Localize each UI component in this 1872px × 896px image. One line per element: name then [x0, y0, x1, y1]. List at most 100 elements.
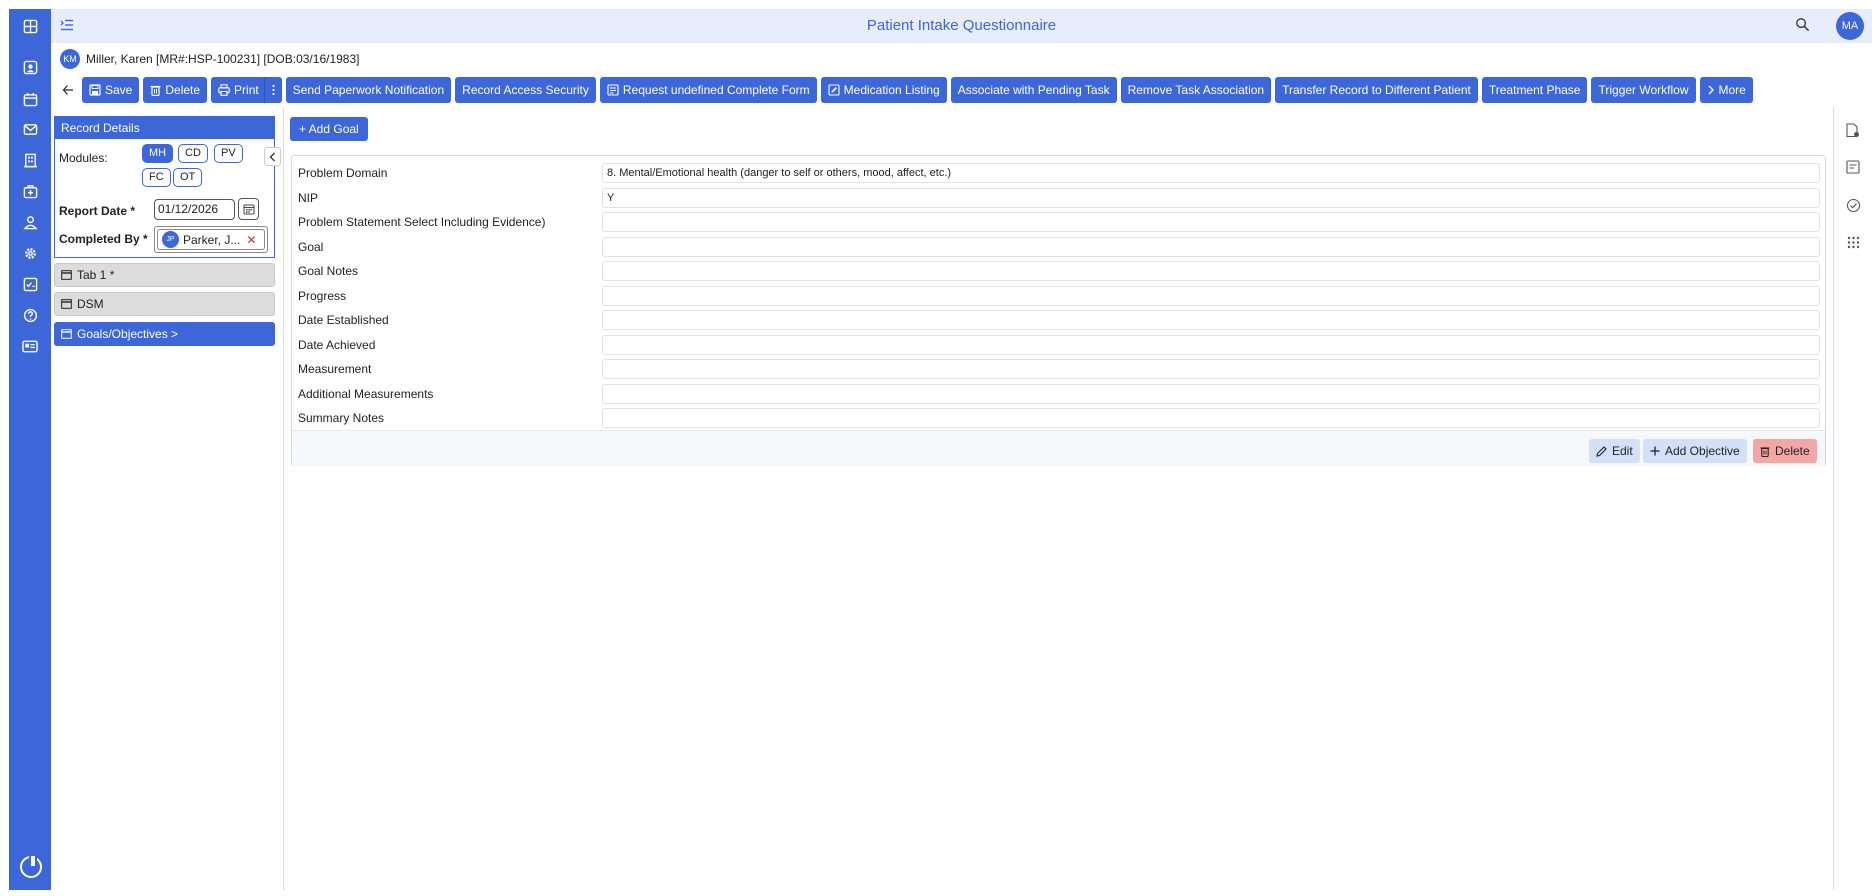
- send-paperwork-notification-button[interactable]: Send Paperwork Notification: [285, 77, 452, 103]
- modules-label: Modules:: [59, 151, 108, 165]
- window-icon: [61, 329, 72, 339]
- save-icon: [89, 84, 101, 96]
- gear-icon[interactable]: [21, 244, 39, 262]
- field-row-date-achieved: Date Achieved: [292, 333, 1825, 357]
- document-settings-icon[interactable]: [1845, 122, 1861, 138]
- chevron-left-icon: [269, 152, 275, 161]
- field-label: Progress: [298, 289, 347, 303]
- field-label: Date Established: [298, 313, 389, 327]
- printer-icon: [218, 84, 230, 96]
- trigger-workflow-button[interactable]: Trigger Workflow: [1591, 77, 1696, 103]
- delete-goal-button[interactable]: Delete: [1753, 439, 1817, 463]
- tab-1-label: Tab 1 *: [77, 268, 115, 282]
- print-label: Print: [234, 83, 259, 97]
- field-label: Goal Notes: [298, 264, 359, 278]
- delete-goal-label: Delete: [1775, 444, 1810, 458]
- more-button[interactable]: More: [1699, 77, 1753, 103]
- request-complete-form-button[interactable]: Request undefined Complete Form: [599, 77, 817, 103]
- remove-icon[interactable]: ✕: [246, 233, 256, 247]
- building-icon[interactable]: [21, 151, 39, 169]
- action-toolbar: Save Delete Print Send Paperwork Notific…: [58, 77, 1757, 103]
- problem-statement-field[interactable]: [602, 212, 1820, 232]
- notes-icon[interactable]: [1845, 159, 1861, 175]
- calendar-picker-button[interactable]: [238, 198, 259, 220]
- report-date-input[interactable]: 01/12/2026: [154, 199, 235, 220]
- more-label: More: [1718, 83, 1746, 97]
- associate-pending-task-button[interactable]: Associate with Pending Task: [950, 77, 1117, 103]
- window-icon: [61, 299, 72, 309]
- completed-by-avatar: JP: [162, 231, 179, 248]
- completed-by-label: Completed By *: [59, 232, 148, 246]
- module-chip-ot[interactable]: OT: [173, 168, 203, 187]
- patient-avatar: KM: [60, 49, 80, 69]
- measurement-field[interactable]: [602, 359, 1820, 379]
- back-arrow-icon[interactable]: [58, 77, 78, 103]
- date-established-field[interactable]: [602, 310, 1820, 330]
- edit-button[interactable]: Edit: [1589, 439, 1640, 463]
- transfer-record-button[interactable]: Transfer Record to Different Patient: [1275, 77, 1478, 103]
- field-row-nip: NIP Y: [292, 186, 1825, 210]
- left-nav-rail: [9, 9, 51, 890]
- module-chip-mh[interactable]: MH: [142, 144, 174, 163]
- edit-document-icon: [828, 84, 840, 96]
- nip-field[interactable]: Y: [602, 188, 1820, 208]
- module-chip-cd[interactable]: CD: [178, 144, 208, 163]
- right-rail-divider: [1833, 107, 1834, 890]
- field-label: Problem Domain: [298, 166, 388, 180]
- add-goal-button[interactable]: + Add Goal: [290, 117, 368, 141]
- page-title: Patient Intake Questionnaire: [866, 17, 1057, 34]
- user-avatar[interactable]: MA: [1836, 12, 1864, 40]
- check-circle-icon[interactable]: [1845, 197, 1861, 213]
- problem-domain-field[interactable]: 8. Mental/Emotional health (danger to se…: [602, 163, 1820, 183]
- collapse-panel-button[interactable]: [264, 147, 281, 166]
- tab-dsm[interactable]: DSM: [54, 292, 275, 316]
- module-chip-fc[interactable]: FC: [142, 168, 171, 187]
- calendar-icon: [243, 204, 254, 215]
- additional-measurements-field[interactable]: [602, 384, 1820, 404]
- tab-1[interactable]: Tab 1 *: [54, 263, 275, 287]
- print-options-button[interactable]: [263, 77, 282, 103]
- help-icon[interactable]: [21, 306, 39, 324]
- field-label: Additional Measurements: [298, 387, 434, 401]
- kebab-icon: [272, 84, 275, 96]
- print-button[interactable]: Print: [211, 77, 266, 103]
- date-achieved-field[interactable]: [602, 335, 1820, 355]
- save-button[interactable]: Save: [82, 77, 140, 103]
- tab-goals-objectives[interactable]: Goals/Objectives >: [54, 322, 275, 346]
- mail-icon[interactable]: [21, 120, 39, 138]
- completed-by-field[interactable]: JP Parker, J... ✕: [154, 226, 268, 253]
- goal-field[interactable]: [602, 237, 1820, 257]
- calendar-icon[interactable]: [21, 90, 39, 108]
- field-label: Measurement: [298, 362, 372, 376]
- goal-notes-field[interactable]: [602, 261, 1820, 281]
- pencil-icon: [1596, 445, 1607, 457]
- apps-grid-icon[interactable]: [1845, 234, 1861, 250]
- remove-task-association-button[interactable]: Remove Task Association: [1120, 77, 1272, 103]
- medical-bag-icon[interactable]: [21, 182, 39, 200]
- field-label: Date Achieved: [298, 338, 376, 352]
- panel-divider: [283, 107, 284, 890]
- search-icon[interactable]: [1795, 17, 1810, 35]
- patient-card-icon[interactable]: [21, 58, 39, 76]
- power-icon[interactable]: [20, 854, 42, 878]
- field-row-summary-notes: Summary Notes: [292, 406, 1825, 430]
- field-label: Problem Statement Select Including Evide…: [298, 215, 546, 229]
- treatment-phase-button[interactable]: Treatment Phase: [1481, 77, 1588, 103]
- id-card-icon[interactable]: [21, 337, 39, 355]
- field-row-additional-measurements: Additional Measurements: [292, 382, 1825, 406]
- goal-card-footer: Edit Add Objective Delete: [292, 430, 1825, 467]
- field-row-measurement: Measurement: [292, 357, 1825, 381]
- module-chip-pv[interactable]: PV: [214, 144, 243, 163]
- dashboard-icon[interactable]: [21, 17, 39, 35]
- person-icon[interactable]: [21, 213, 39, 231]
- report-date-label: Report Date *: [59, 204, 136, 218]
- add-objective-button[interactable]: Add Objective: [1643, 439, 1747, 463]
- record-access-security-button[interactable]: Record Access Security: [455, 77, 596, 103]
- progress-field[interactable]: [602, 286, 1820, 306]
- field-label: NIP: [298, 191, 319, 205]
- delete-button[interactable]: Delete: [143, 77, 208, 103]
- medication-listing-button[interactable]: Medication Listing: [820, 77, 947, 103]
- checklist-icon[interactable]: [21, 275, 39, 293]
- summary-notes-field[interactable]: [602, 408, 1820, 428]
- field-row-problem-statement: Problem Statement Select Including Evide…: [292, 210, 1825, 234]
